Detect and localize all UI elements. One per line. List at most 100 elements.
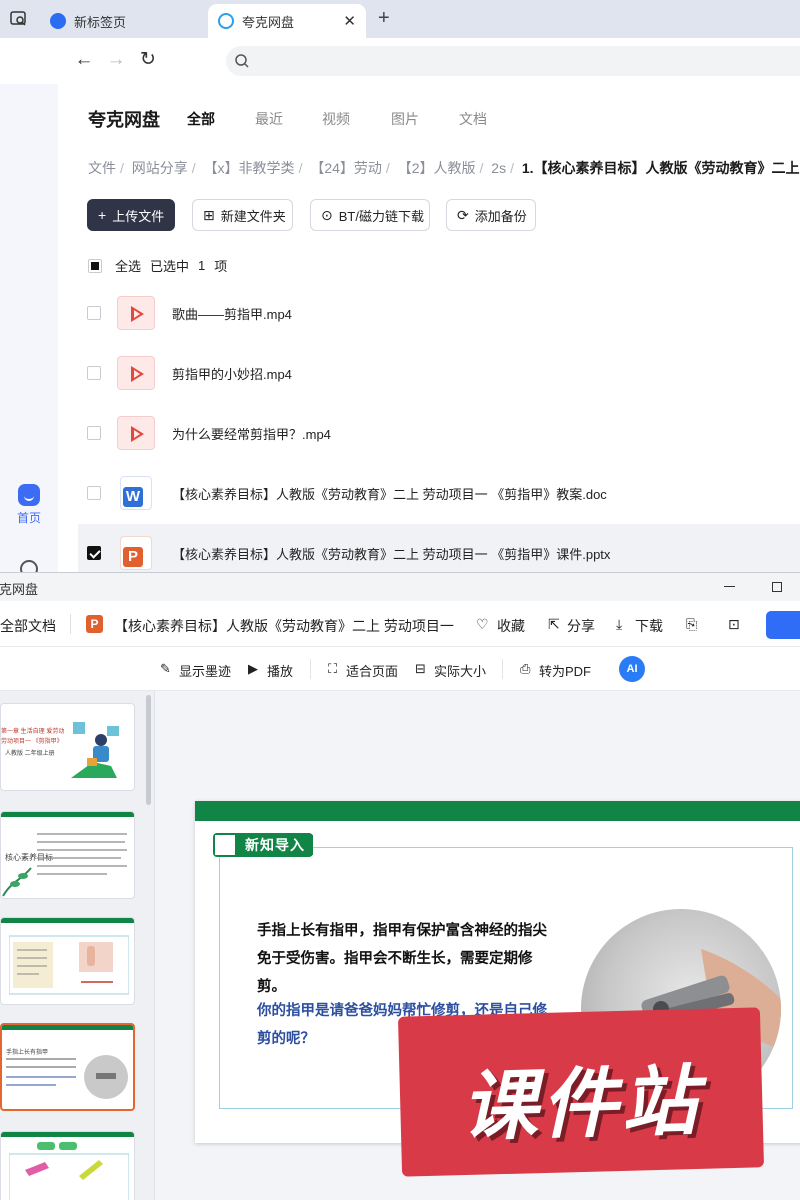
reload-icon[interactable]: ↻ (136, 48, 160, 72)
tab-quark-drive[interactable]: 夸克网盘 ✕ (208, 4, 366, 38)
favorite-icon[interactable]: ♡ (476, 616, 489, 633)
viewer-header-bar: 全部文档 P 【核心素养目标】人教版《劳动教育》二上 劳动项目一 ♡ 收藏 ⇱ … (0, 601, 800, 647)
bt-download-button[interactable]: ⊙ BT/磁力链下载 (310, 199, 430, 231)
video-file-icon (117, 356, 155, 390)
feedback-icon[interactable]: ⊡ (728, 616, 740, 633)
download-button[interactable]: 下载 (635, 616, 663, 636)
breadcrumb-item[interactable]: 【24】劳动 (310, 160, 382, 176)
select-all-checkbox[interactable] (88, 258, 102, 273)
tab-docs[interactable]: 文档 (459, 109, 487, 129)
breadcrumb-separator: / (298, 160, 303, 176)
new-folder-button[interactable]: ⊞ 新建文件夹 (192, 199, 293, 231)
rail-home-label: 首页 (16, 511, 41, 525)
viewer-titlebar: 夸克网盘 (0, 573, 800, 601)
magnet-icon: ⊙ (321, 206, 333, 223)
breadcrumb-item[interactable]: 【x】非教学类 (204, 160, 295, 176)
thumb-header-bar (1, 812, 134, 817)
slide-thumbnail-4-active[interactable]: 手指上长有指甲 (0, 1023, 135, 1111)
browser-tab-strip: 新标签页 夸克网盘 ✕ + (0, 0, 800, 38)
reading-person-illustration (71, 722, 119, 778)
back-arrow-icon[interactable]: ← (72, 48, 96, 72)
upload-label: 上传文件 (112, 208, 165, 224)
file-name[interactable]: 歌曲——剪指甲.mp4 (172, 304, 292, 323)
thumb-header-bar (2, 1025, 133, 1030)
edit-button[interactable] (766, 611, 800, 639)
file-checkbox[interactable] (87, 306, 101, 320)
ink-icon: ✎ (160, 661, 171, 676)
bt-download-label: BT/磁力链下载 (338, 208, 424, 224)
tab-video[interactable]: 视频 (322, 109, 350, 129)
share-icon[interactable]: ⇱ (548, 616, 560, 633)
export-icon[interactable]: ⎘ (686, 616, 697, 633)
file-row[interactable]: 剪指甲的小妙招.mp4 (78, 344, 800, 402)
breadcrumb-item[interactable]: 【2】人教版 (398, 160, 476, 176)
breadcrumb-separator: / (191, 160, 196, 176)
slide-header-bar (195, 801, 800, 821)
close-tab-icon[interactable]: ✕ (343, 12, 356, 30)
slide-5-preview (9, 1142, 129, 1200)
file-name[interactable]: 剪指甲的小妙招.mp4 (172, 364, 292, 383)
play-button[interactable]: 播放 (267, 661, 293, 680)
slide-thumbnail-3[interactable] (0, 917, 135, 1005)
cloud-icon (218, 13, 234, 29)
all-docs-link[interactable]: 全部文档 (0, 616, 56, 636)
tab-search-icon[interactable] (8, 8, 30, 30)
selection-row: 全选 已选中 1 项 (88, 256, 227, 275)
file-name[interactable]: 为什么要经常剪指甲？.mp4 (172, 424, 331, 443)
show-ink-button[interactable]: 显示墨迹 (179, 661, 231, 680)
file-name[interactable]: 【核心素养目标】人教版《劳动教育》二上 劳动项目一 《剪指甲》课件.pptx (172, 544, 610, 563)
pdf-icon: ⎙ (520, 661, 531, 676)
add-backup-button[interactable]: ⟳ 添加备份 (446, 199, 536, 231)
video-file-icon (117, 296, 155, 330)
thumb-text: 第一章 生活自理 爱劳动 (1, 729, 65, 735)
file-row[interactable]: 为什么要经常剪指甲？.mp4 (78, 404, 800, 462)
powerpoint-icon: P (86, 615, 103, 633)
file-row[interactable]: 歌曲——剪指甲.mp4 (78, 284, 800, 342)
convert-pdf-button[interactable]: 转为PDF (539, 661, 591, 680)
breadcrumb-separator: / (385, 160, 390, 176)
file-checkbox[interactable] (87, 366, 101, 380)
upload-button[interactable]: + 上传文件 (87, 199, 175, 231)
viewer-doc-title: 【核心素养目标】人教版《劳动教育》二上 劳动项目一 (114, 618, 454, 634)
breadcrumb-item[interactable]: 网站分享 (132, 160, 188, 176)
actual-size-button[interactable]: 实际大小 (434, 661, 486, 680)
label-square (215, 835, 237, 855)
thumb-header-bar (1, 1132, 134, 1137)
file-row[interactable]: W 【核心素养目标】人教版《劳动教育》二上 劳动项目一 《剪指甲》教案.doc (78, 464, 800, 522)
app-title: 夸克网盘 (88, 110, 160, 130)
new-tab-button[interactable]: + (378, 8, 390, 28)
thumbnail-scrollbar[interactable] (146, 695, 151, 805)
plus-icon: + (98, 207, 107, 223)
file-name[interactable]: 【核心素养目标】人教版《劳动教育》二上 劳动项目一 《剪指甲》教案.doc (172, 484, 607, 503)
section-label-text: 新知导入 (237, 835, 313, 855)
ai-assistant-button[interactable]: AI (619, 656, 645, 682)
tab-new-tab[interactable]: 新标签页 (40, 4, 202, 38)
slide-thumbnail-2[interactable]: 核心素养目标 (0, 811, 135, 899)
breadcrumb-item[interactable]: 2s (491, 160, 506, 176)
favorite-button[interactable]: 收藏 (497, 616, 525, 636)
tab-recent[interactable]: 最近 (255, 109, 283, 129)
file-checkbox[interactable] (87, 486, 101, 500)
play-icon: ▶ (248, 661, 258, 676)
fit-page-button[interactable]: 适合页面 (346, 661, 398, 680)
slide-thumbnail-5[interactable] (0, 1131, 135, 1200)
quark-logo-icon (50, 13, 66, 29)
file-checkbox[interactable] (87, 426, 101, 440)
forward-arrow-icon[interactable]: → (104, 48, 128, 72)
maximize-icon[interactable] (772, 582, 782, 592)
viewer-window-title: 夸克网盘 (0, 582, 39, 597)
rail-home[interactable]: 首页 (0, 484, 58, 526)
select-all-label[interactable]: 全选 (115, 256, 141, 275)
download-icon[interactable]: ⤓ (616, 616, 622, 633)
new-folder-label: 新建文件夹 (220, 208, 286, 224)
breadcrumb-item[interactable]: 文件 (88, 160, 116, 176)
address-bar[interactable] (226, 46, 800, 76)
divider (310, 659, 311, 679)
slide-thumbnail-1[interactable]: 第一章 生活自理 爱劳动 劳动项目一 《剪指甲》 人教版 二年级上册 (0, 703, 135, 791)
minimize-icon[interactable] (724, 586, 735, 587)
tab-images[interactable]: 图片 (391, 109, 419, 129)
file-checkbox[interactable] (87, 546, 101, 560)
tab-all[interactable]: 全部 (187, 109, 215, 129)
share-button[interactable]: 分享 (567, 616, 595, 636)
breadcrumb-separator: / (479, 160, 484, 176)
